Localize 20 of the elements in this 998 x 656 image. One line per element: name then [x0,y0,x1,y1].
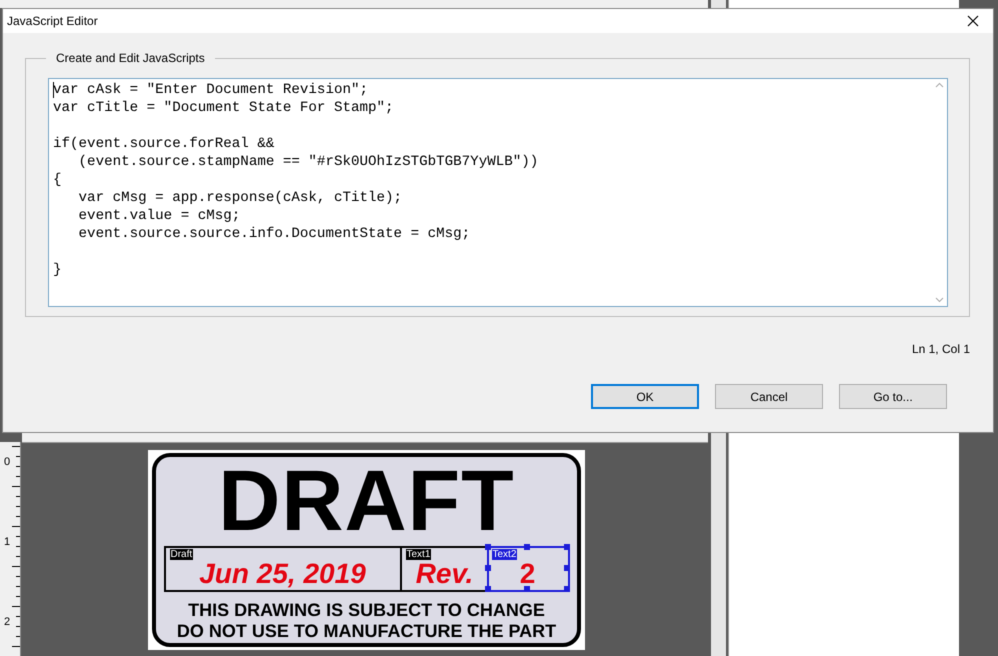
field-name-tag[interactable]: Draft [170,549,194,560]
stamp-notice: DO NOT USE TO MANUFACTURE THE PART [176,621,556,642]
stamp-notice: THIS DRAWING IS SUBJECT TO CHANGE [187,600,546,621]
ok-button[interactable]: OK [591,384,699,409]
stamp-title: DRAFT [218,461,515,541]
cursor-position: Ln 1, Col 1 [912,342,970,356]
revision-number: 2 [520,559,536,589]
window-title: JavaScript Editor [7,14,98,28]
ruler-number: 0 [4,456,10,468]
code-text: var cAsk = "Enter Document Revision"; var cTitle = "Document State For Stamp"; if(event.source.forReal && (event.source.stampName == "#rSk0UOhIzSTGbTGB7YyWLB")) { var cMsg = app.response(cAsk, cTitle); event.value = cMsg; event.source.source.info.DocumentState = cMsg; } [52,81,540,280]
revision-label: Rev. [416,559,474,589]
go-to-button[interactable]: Go to... [839,384,947,409]
text-cursor [53,82,54,98]
group-label: Create and Edit JavaScripts [46,51,215,65]
cancel-button[interactable]: Cancel [715,384,823,409]
ruler-number: 2 [4,616,10,628]
field-name-tag[interactable]: Text1 [406,549,432,560]
stamp-date: Jun 25, 2019 [199,559,366,589]
field-name-tag[interactable]: Text2 [492,549,518,560]
ruler-number: 1 [4,536,10,548]
